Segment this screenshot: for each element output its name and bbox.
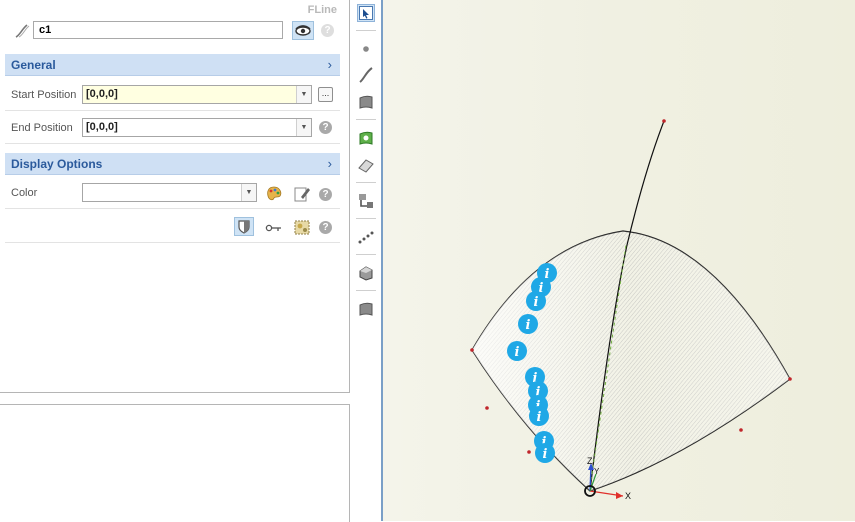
3d-viewport[interactable]: i i i i i i i i i i i X Z Y [383,0,855,521]
svg-text:i: i [515,345,520,360]
y-axis-label: Y [594,467,600,476]
end-position-help-icon[interactable]: ? [319,121,332,134]
point-icon[interactable] [357,40,375,58]
plane-surface-icon[interactable] [357,156,375,174]
info-marker-icon[interactable]: i [518,314,538,334]
start-position-label: Start Position [11,89,77,101]
start-position-browse-button[interactable]: ... [318,87,333,102]
vertex-marker[interactable] [739,428,743,432]
scene-canvas[interactable]: i i i i i i i i i i i X Z Y [383,0,855,521]
general-section-header[interactable]: General › [5,54,340,76]
select-tool-button[interactable] [357,4,375,22]
name-row: ? [8,20,338,42]
shield-icon [238,220,250,234]
edit-icon[interactable] [293,185,311,203]
select-icon [359,6,373,20]
visibility-toggle-button[interactable] [292,21,314,40]
end-position-label: End Position [11,122,73,134]
info-marker-icon[interactable]: i [529,406,549,426]
patch-icon[interactable] [357,300,375,318]
curve-tool-icon[interactable] [357,66,375,84]
end-position-row: End Position [0,0,0] ▼ ? [5,113,340,144]
info-marker-icon[interactable]: i [507,341,527,361]
display-options-section-header[interactable]: Display Options › [5,153,340,175]
curve-icon [15,24,30,38]
end-position-combo[interactable]: [0,0,0] ▼ [82,118,312,137]
color-combo[interactable]: ▼ [82,183,257,202]
svg-text:i: i [543,447,548,462]
color-label: Color [11,187,38,199]
svg-text:i: i [537,410,542,425]
polyline-icon[interactable] [357,228,375,246]
transform-icon[interactable] [357,192,375,210]
palette-icon[interactable] [265,185,283,203]
vertical-toolbar [350,0,381,521]
start-position-value: [0,0,0] [86,88,118,100]
vertex-marker[interactable] [662,119,666,123]
start-position-row: Start Position [0,0,0] ▼ ... [5,80,340,111]
start-position-combo[interactable]: [0,0,0] ▼ [82,85,312,104]
dropdown-arrow-icon[interactable]: ▼ [296,86,311,103]
chevron-right-icon: › [327,156,332,171]
vertex-marker[interactable] [470,348,474,352]
property-panel: FLine ? General › Start Position [0,0,0]… [0,0,350,393]
vertex-marker[interactable] [788,377,792,381]
display-options-section-title: Display Options [11,157,103,171]
color-help-icon[interactable]: ? [319,188,332,201]
svg-text:i: i [534,295,539,310]
tools-help-icon[interactable]: ? [319,221,332,234]
svg-text:i: i [526,318,531,333]
surface-from-curves-icon[interactable] [357,129,375,147]
solid-icon[interactable] [357,264,375,282]
key-icon[interactable] [265,219,283,237]
dropdown-arrow-icon[interactable]: ▼ [296,119,311,136]
info-marker-icon[interactable]: i [535,443,555,463]
color-row: Color ▼ ? [5,178,340,209]
z-axis-label: Z [587,456,593,466]
info-marker-icon[interactable]: i [526,291,546,311]
vertex-marker[interactable] [527,450,531,454]
eye-icon [295,25,311,36]
display-tools-row: ? [5,211,340,243]
texture-icon[interactable] [293,218,311,236]
end-position-value: [0,0,0] [86,121,118,133]
shading-toggle-button[interactable] [234,217,254,236]
secondary-panel [0,404,350,522]
name-help-icon[interactable]: ? [321,24,334,37]
general-section-title: General [11,58,56,72]
dropdown-arrow-icon[interactable]: ▼ [241,184,256,201]
object-name-input[interactable] [33,21,283,39]
chevron-right-icon: › [327,57,332,72]
x-axis-label: X [625,491,631,501]
vertex-marker[interactable] [485,406,489,410]
surface-icon[interactable] [357,93,375,111]
object-type-label: FLine [307,4,337,16]
